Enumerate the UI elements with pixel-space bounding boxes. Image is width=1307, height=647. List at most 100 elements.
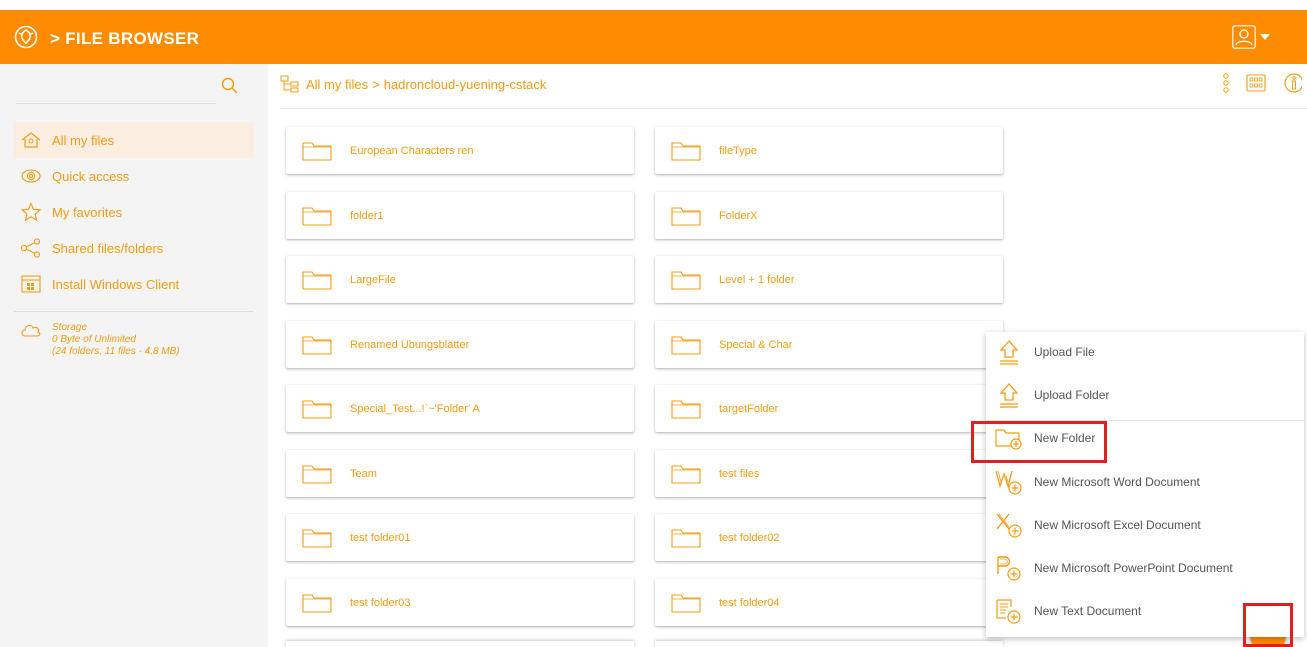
folder-tree-icon [280,75,299,93]
more-vertical-icon[interactable] [1222,72,1230,94]
storage-text: Storage 0 Byte of Unlimited (24 folders,… [52,322,180,358]
folder-card[interactable]: test folder01 [286,514,634,561]
share-icon [20,238,41,258]
folder-card[interactable]: test files [655,450,1003,497]
folder-icon [302,335,332,355]
folder-icon [302,399,332,419]
folder-card[interactable]: Level + 1 folder [655,256,1003,303]
menu-item-label: New Microsoft Excel Document [1034,518,1201,532]
folder-card[interactable]: Special & Char [655,321,1003,368]
app-window: > FILE BROWSER All my files Quick access… [0,0,1307,647]
folder-card[interactable]: Special_Test...!`~'Folder' A [286,385,634,432]
folder-card[interactable]: FolderX [655,192,1003,239]
search-icon[interactable] [220,76,240,96]
search-box [16,74,216,104]
menu-item-label: Upload File [1034,345,1095,359]
logo-icon[interactable] [14,25,38,49]
breadcrumb-root[interactable]: All my files [306,77,368,92]
folder-card[interactable]: targetFolder [655,385,1003,432]
menu-item-label: New Text Document [1034,604,1142,618]
folder-card[interactable]: fileType [655,127,1003,174]
folder-name: test folder03 [350,596,411,609]
folder-name: FolderX [719,209,758,222]
storage-details: (24 folders, 11 files - 4.8 MB) [52,346,180,357]
sidebar-divider [14,311,254,312]
eye-icon [21,169,41,183]
folder-icon [302,528,332,548]
folder-icon [302,206,332,226]
folder-card-partial [286,641,634,647]
menu-item-upload-folder[interactable]: Upload Folder [986,375,1304,415]
chevron-down-icon [1260,34,1270,40]
folder-name: folder1 [350,209,384,222]
sidebar-item-install-windows-client[interactable]: Install Windows Client [14,266,254,302]
breadcrumb: All my files > hadroncloud-yuening-cstac… [280,72,546,96]
top-strip [0,0,1307,10]
menu-item-upload-file[interactable]: Upload File [986,332,1304,372]
storage-usage: 0 Byte of Unlimited [52,334,136,345]
menu-item-label: Upload Folder [1034,388,1110,402]
sidebar-item-label: My favorites [52,204,123,220]
cloud-icon [21,325,41,337]
sidebar-item-quick-access[interactable]: Quick access [14,158,254,194]
sidebar-item-all-my-files[interactable]: All my files [14,122,254,158]
folder-icon [671,141,701,161]
sidebar-item-shared-files[interactable]: Shared files/folders [14,230,254,266]
text-doc-icon [994,596,1024,626]
folder-name: LargeFile [350,273,396,286]
folder-card[interactable]: European Characters ren [286,127,634,174]
folder-name: test files [719,467,760,480]
sidebar-item-label: All my files [52,132,115,148]
folder-icon [302,270,332,290]
folder-name: Renamed Übungsblätter [350,338,470,351]
folder-card[interactable]: folder1 [286,192,634,239]
folder-icon [302,464,332,484]
folder-card[interactable]: Renamed Übungsblätter [286,321,634,368]
sidebar-item-label: Install Windows Client [52,276,180,292]
menu-item-new-powerpoint[interactable]: New Microsoft PowerPoint Document [986,548,1304,588]
folder-name: test folder01 [350,531,411,544]
folder-name: Level + 1 folder [719,273,795,286]
content-divider [280,108,1307,109]
toolbar [1222,72,1302,94]
highlight-box-add-button [1243,603,1293,647]
folder-name: test folder02 [719,531,780,544]
header-bar: > FILE BROWSER [0,10,1307,64]
folder-card[interactable]: test folder02 [655,514,1003,561]
upload-file-icon [994,337,1024,367]
folder-name: targetFolder [719,402,779,415]
windows-client-icon [21,275,41,293]
folder-name: fileType [719,144,757,157]
folder-card[interactable]: LargeFile [286,256,634,303]
folder-icon [671,206,701,226]
sidebar-item-my-favorites[interactable]: My favorites [14,194,254,230]
folder-card[interactable]: Team [286,450,634,497]
menu-item-label: New Microsoft Word Document [1034,475,1200,489]
grid-view-icon[interactable] [1246,73,1266,93]
menu-item-new-word[interactable]: New Microsoft Word Document [986,462,1304,502]
folder-name: Special & Char [719,338,793,351]
user-icon [1232,25,1256,49]
folder-card[interactable]: test folder03 [286,579,634,626]
folder-icon [671,593,701,613]
powerpoint-icon [994,553,1024,583]
folder-name: Team [350,467,377,480]
menu-item-label: New Microsoft PowerPoint Document [1034,561,1233,575]
search-input[interactable] [16,74,196,102]
folder-icon [671,270,701,290]
page-title: > FILE BROWSER [50,29,200,48]
folder-icon [671,528,701,548]
sidebar: All my files Quick access My favorites S… [0,64,268,647]
menu-item-new-excel[interactable]: New Microsoft Excel Document [986,505,1304,545]
storage-info: Storage 0 Byte of Unlimited (24 folders,… [20,322,260,358]
folder-card[interactable]: test folder04 [655,579,1003,626]
breadcrumb-separator: > [372,76,380,92]
user-menu-button[interactable] [1232,24,1280,50]
folder-icon [302,593,332,613]
folder-card-partial [655,641,1003,647]
info-icon[interactable] [1282,72,1302,94]
new-item-menu: Upload File Upload Folder New Folder New… [986,332,1304,637]
folder-name: European Characters ren [350,144,474,157]
sidebar-item-label: Quick access [52,168,130,184]
highlight-box-new-folder [971,421,1107,463]
